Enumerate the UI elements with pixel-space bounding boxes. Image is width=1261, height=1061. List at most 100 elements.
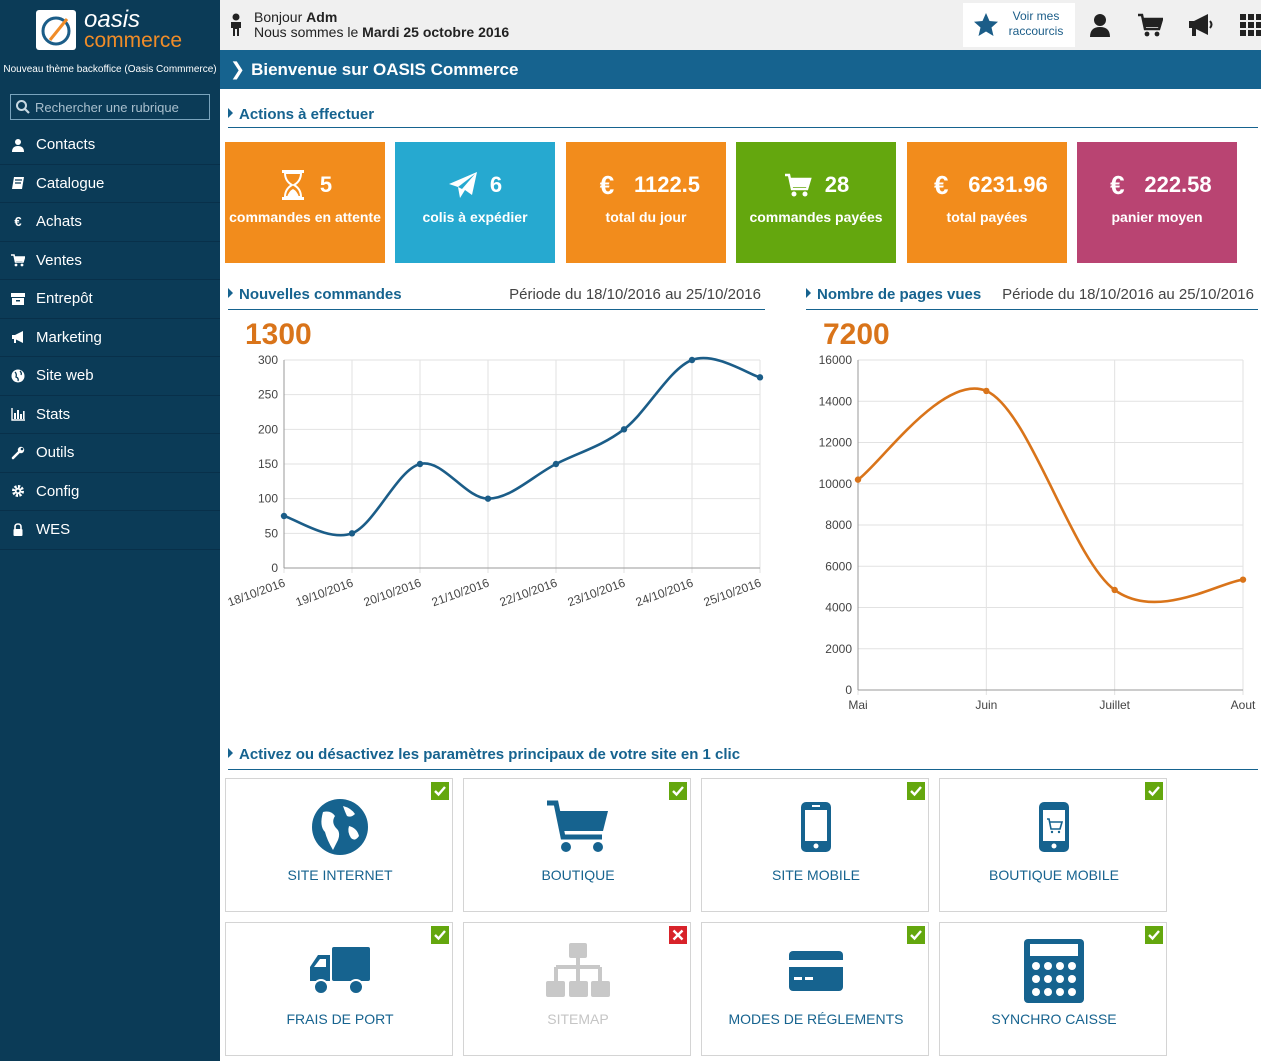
gear-icon bbox=[10, 483, 26, 499]
y-tick-label: 8000 bbox=[825, 518, 852, 532]
sidebar-item-contacts[interactable]: Contacts bbox=[0, 126, 220, 165]
y-tick-label: 150 bbox=[258, 457, 278, 471]
credit-card-icon bbox=[776, 941, 856, 1001]
x-tick-label: 23/10/2016 bbox=[566, 576, 628, 610]
chart-grid bbox=[857, 359, 1244, 695]
y-tick-label: 250 bbox=[258, 388, 278, 402]
kpi-parcels-to-ship[interactable]: 6 colis à expédier bbox=[395, 142, 555, 263]
orders-total: 1300 bbox=[245, 318, 312, 351]
kpi-paid-orders[interactable]: 28 commandes payées bbox=[736, 142, 896, 263]
toggle-boutique-mobile[interactable]: BOUTIQUE MOBILE bbox=[939, 778, 1167, 912]
sidebar-item-marketing[interactable]: Marketing bbox=[0, 319, 220, 357]
pageviews-total: 7200 bbox=[823, 318, 890, 351]
y-tick-label: 2000 bbox=[825, 642, 852, 656]
sidebar-item-stats[interactable]: Stats bbox=[0, 396, 220, 434]
sidebar-item-label: WES bbox=[36, 521, 71, 539]
checkbox-checked-icon[interactable] bbox=[1145, 926, 1163, 944]
shortcuts-button[interactable]: Voir mes raccourcis bbox=[963, 3, 1075, 47]
y-tick-label: 12000 bbox=[819, 436, 853, 450]
toggle-site-internet[interactable]: SITE INTERNET bbox=[225, 778, 453, 912]
toggle-label: BOUTIQUE bbox=[541, 867, 615, 883]
sidebar-item-outils[interactable]: Outils bbox=[0, 434, 220, 473]
data-point[interactable] bbox=[983, 387, 990, 395]
sidebar-item-wes[interactable]: WES bbox=[0, 511, 220, 550]
y-tick-label: 16000 bbox=[819, 353, 853, 367]
toggle-site-mobile[interactable]: SITE MOBILE bbox=[701, 778, 929, 912]
account-icon[interactable] bbox=[1087, 12, 1113, 38]
logo-word-commerce: commerce bbox=[84, 29, 183, 52]
toggle-frais-de-port[interactable]: FRAIS DE PORT bbox=[225, 922, 453, 1056]
kpi-total-paid[interactable]: €6231.96 total payées bbox=[907, 142, 1067, 263]
data-point[interactable] bbox=[416, 460, 424, 468]
apps-grid-icon[interactable] bbox=[1238, 12, 1261, 38]
sidebar-item-config[interactable]: Config bbox=[0, 473, 220, 511]
sidebar-item-site-web[interactable]: Site web bbox=[0, 357, 220, 396]
toggle-label: SITE MOBILE bbox=[772, 867, 860, 883]
data-point[interactable] bbox=[552, 460, 560, 468]
toggle-label: MODES DE RÉGLEMENTS bbox=[728, 1011, 904, 1027]
toggle-label: SYNCHRO CAISSE bbox=[991, 1011, 1117, 1027]
kpi-label: commandes payées bbox=[749, 209, 883, 225]
toggle-label: BOUTIQUE MOBILE bbox=[989, 867, 1119, 883]
kpi-total-today[interactable]: €1122.5 total du jour bbox=[566, 142, 726, 263]
kpi-pending-orders[interactable]: 5 commandes en attente bbox=[225, 142, 385, 263]
x-tick-label: 21/10/2016 bbox=[430, 576, 492, 610]
actions-section-title: Actions à effectuer bbox=[228, 106, 1258, 128]
euro-icon: € bbox=[14, 214, 22, 230]
series-line bbox=[857, 387, 1244, 604]
sidebar-item-achats[interactable]: € Achats bbox=[0, 203, 220, 242]
sidebar-item-catalogue[interactable]: Catalogue bbox=[0, 165, 220, 203]
toggle-label: FRAIS DE PORT bbox=[286, 1011, 394, 1027]
x-tick-label: 22/10/2016 bbox=[498, 576, 560, 610]
sidebar-item-label: Site web bbox=[36, 367, 94, 385]
toggle-modes-de-reglements[interactable]: MODES DE RÉGLEMENTS bbox=[701, 922, 929, 1056]
toggle-sitemap[interactable]: SITEMAP bbox=[463, 922, 691, 1056]
triangle-right-icon bbox=[228, 748, 233, 758]
data-point[interactable] bbox=[1239, 576, 1247, 583]
welcome-title: Bienvenue sur OASIS Commerce bbox=[251, 59, 519, 79]
sidebar-item-label: Ventes bbox=[36, 251, 82, 269]
sidebar-item-label: Config bbox=[36, 482, 80, 500]
megaphone-icon[interactable] bbox=[1187, 12, 1213, 38]
oasis-logo[interactable]: oasis commerce bbox=[36, 8, 196, 52]
search-input[interactable] bbox=[10, 94, 210, 120]
kpi-average-basket[interactable]: €222.58 panier moyen bbox=[1077, 142, 1237, 263]
data-point[interactable] bbox=[484, 495, 492, 502]
orders-line-chart: 0 50 100 150 200 250 300 18/10/2016 19/10/2016 20… bbox=[226, 353, 764, 610]
x-tick-label: Juillet bbox=[1099, 698, 1130, 712]
checkbox-checked-icon[interactable] bbox=[669, 782, 687, 800]
triangle-right-icon bbox=[228, 108, 233, 118]
checkbox-checked-icon[interactable] bbox=[907, 926, 925, 944]
cart-icon[interactable] bbox=[1137, 12, 1163, 38]
checkbox-checked-icon[interactable] bbox=[431, 782, 449, 800]
sidebar-item-ventes[interactable]: Ventes bbox=[0, 242, 220, 280]
orders-chart-period: Période du 18/10/2016 au 25/10/2016 bbox=[509, 286, 761, 303]
checkbox-unchecked-icon[interactable] bbox=[669, 926, 687, 944]
data-point[interactable] bbox=[756, 374, 764, 381]
euro-icon: € bbox=[599, 169, 615, 200]
data-point[interactable] bbox=[348, 530, 356, 537]
cart-icon bbox=[10, 252, 26, 268]
checkbox-checked-icon[interactable] bbox=[1145, 782, 1163, 800]
globe-icon bbox=[10, 368, 26, 384]
data-point[interactable] bbox=[1111, 586, 1118, 594]
sidebar-item-entrepot[interactable]: Entrepôt bbox=[0, 280, 220, 319]
toggle-boutique[interactable]: BOUTIQUE bbox=[463, 778, 691, 912]
y-tick-label: 200 bbox=[258, 422, 278, 436]
star-icon bbox=[974, 13, 998, 36]
checkbox-checked-icon[interactable] bbox=[431, 926, 449, 944]
data-point[interactable] bbox=[854, 476, 862, 483]
kpi-value: 28 bbox=[824, 172, 850, 197]
checkbox-checked-icon[interactable] bbox=[907, 782, 925, 800]
data-point[interactable] bbox=[280, 512, 288, 520]
current-date: Nous sommes le Mardi 25 octobre 2016 bbox=[254, 24, 510, 40]
toggle-synchro-caisse[interactable]: SYNCHRO CAISSE bbox=[939, 922, 1167, 1056]
x-tick-label: 24/10/2016 bbox=[634, 576, 696, 610]
theme-note: Nouveau thème backoffice (Oasis Commmerc… bbox=[3, 64, 217, 75]
data-point[interactable] bbox=[620, 426, 628, 433]
data-point[interactable] bbox=[688, 356, 696, 364]
sidebar-item-label: Contacts bbox=[36, 136, 96, 154]
y-tick-label: 14000 bbox=[819, 394, 853, 408]
x-tick-label: 18/10/2016 bbox=[226, 576, 288, 610]
orders-chart-title: Nouvelles commandes Période du 18/10/201… bbox=[228, 286, 765, 310]
